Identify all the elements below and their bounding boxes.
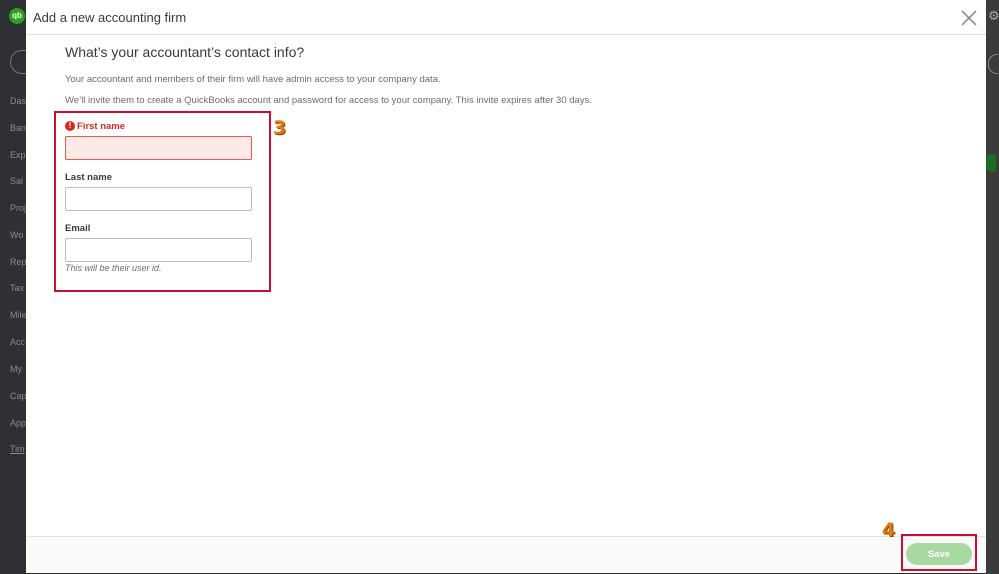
modal-title: Add a new accounting firm [33, 10, 187, 25]
first-name-label: First name [77, 121, 126, 132]
invite-description: We’ll invite them to create a QuickBooks… [65, 95, 592, 106]
modal-footer [26, 536, 986, 573]
background-right-panel [986, 0, 999, 574]
background-nav-item: Acc [10, 337, 26, 347]
add-accounting-firm-modal: Add a new accounting firm What’s your ac… [26, 0, 986, 573]
background-nav-item: Proj [10, 203, 26, 213]
save-button[interactable]: Save [906, 543, 972, 565]
background-nav-item: Ban [10, 123, 26, 133]
modal-header: Add a new accounting firm [26, 0, 986, 35]
step-4-marker: 4 [882, 519, 896, 541]
background-nav-item: My [10, 364, 22, 374]
gear-icon: ⚙ [988, 8, 999, 23]
step-3-marker: 3 [273, 117, 287, 139]
background-nav-item: Rep [10, 257, 26, 267]
error-icon: ! [65, 121, 75, 131]
background-nav-item: Mile [10, 310, 26, 320]
background-nav-item: Tim [10, 444, 25, 454]
contact-info-heading: What’s your accountant’s contact info? [65, 44, 305, 60]
quickbooks-logo: qb [9, 8, 25, 24]
email-hint: This will be their user id. [65, 263, 162, 273]
first-name-input[interactable] [65, 136, 252, 160]
background-nav-item: Tax [10, 283, 25, 293]
background-nav-item: Sal [10, 176, 24, 186]
background-nav-item: App [10, 418, 26, 428]
email-input[interactable] [65, 238, 252, 262]
background-nav-item: Wo [10, 230, 24, 240]
background-nav-item: Exp [10, 150, 26, 160]
last-name-label: Last name [65, 172, 112, 183]
close-icon[interactable] [960, 9, 978, 27]
background-nav-item: Das [10, 96, 26, 106]
background-right-button [988, 54, 998, 74]
background-nav-item: Cap [10, 391, 26, 401]
last-name-input[interactable] [65, 187, 252, 211]
admin-access-description: Your accountant and members of their fir… [65, 74, 441, 85]
email-label: Email [65, 223, 91, 234]
